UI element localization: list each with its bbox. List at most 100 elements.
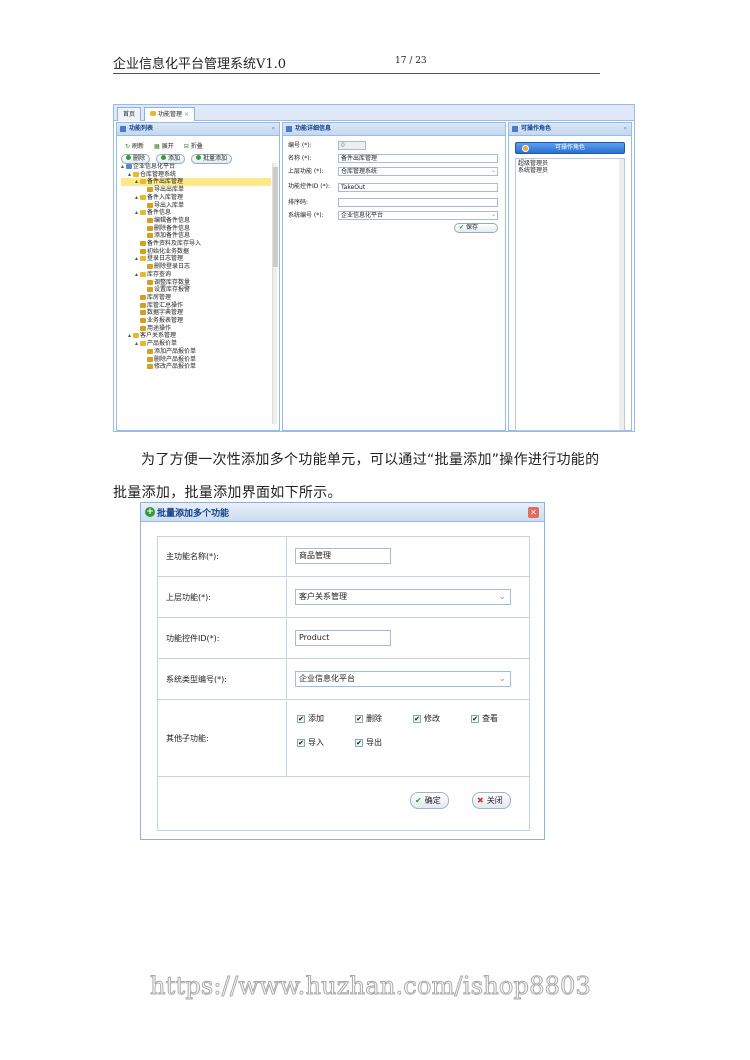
folder-icon <box>133 333 139 339</box>
system-type-select[interactable]: 企业信息化平台 ⌄ <box>295 671 511 687</box>
tree-node[interactable]: 删除备件信息 <box>121 225 271 233</box>
watermark-url: https://www.huzhan.com/ishop8803 <box>150 972 592 1001</box>
tree-node[interactable]: 初始化业务数据 <box>121 248 271 256</box>
tree-node[interactable]: 导出出库单 <box>121 186 271 194</box>
tree-node-label: 仓库管理系统 <box>140 170 177 178</box>
operable-roles-button[interactable]: 可操作角色 <box>515 142 625 154</box>
expand-label: 展开 <box>161 143 174 150</box>
refresh-button[interactable]: ↻ 刷新 <box>125 141 144 150</box>
checkbox-view[interactable]: ✔ 查看 <box>471 713 498 724</box>
close-icon[interactable]: ✕ <box>528 507 539 518</box>
tree-node[interactable]: ▴ 库存查询 <box>121 271 271 279</box>
system-type-cell: 企业信息化平台 ⌄ <box>287 660 529 699</box>
roles-icon <box>522 145 529 152</box>
id-field[interactable]: 0 <box>338 141 366 150</box>
tree-node-label: 库管汇总操作 <box>147 301 184 309</box>
save-button[interactable]: ✔ 保存 <box>454 223 498 233</box>
system-type-value: 企业信息化平台 <box>299 674 355 683</box>
name-field[interactable]: 备件出库管理 <box>338 154 498 163</box>
tree-node-label: 编辑备件信息 <box>154 216 191 224</box>
tree-node-label: 调整库存数量 <box>154 278 191 286</box>
folder-icon <box>140 341 146 347</box>
control-id-field[interactable]: TakeOut <box>338 182 498 192</box>
function-management-screenshot: 首页 功能管理 × 功能列表 « ↻ 刷新 ▦ 展开 ⊟ 折叠 删除 添加 批量添加 ▴… <box>113 104 635 432</box>
checkbox-add[interactable]: ✔ 添加 <box>297 713 324 724</box>
roles-header: 可操作角色 » <box>509 123 631 136</box>
checkbox-checked-icon: ✔ <box>297 738 305 747</box>
checkbox-checked-icon: ✔ <box>413 714 421 723</box>
tree-node[interactable]: ▴ 企业信息化平台 <box>121 163 271 171</box>
key-icon <box>147 356 153 362</box>
tree-node[interactable]: 导出入库单 <box>121 202 271 210</box>
key-icon <box>147 364 153 370</box>
row-parent: 上层功能(*): 客户关系管理 ⌄ <box>158 578 529 618</box>
confirm-button[interactable]: ✔ 确定 <box>410 792 449 809</box>
chevron-down-icon: ⌄ <box>490 211 496 218</box>
collapse-button[interactable]: ⊟ 折叠 <box>184 141 203 150</box>
checkbox-delete[interactable]: ✔ 删除 <box>355 713 382 724</box>
add-icon <box>161 155 167 160</box>
tree-node[interactable]: 备件资料及库存导入 <box>121 240 271 248</box>
collapse-icon: ⊟ <box>183 143 189 150</box>
tree-node[interactable]: 添加产品报价单 <box>121 348 271 356</box>
parent-select[interactable]: 客户关系管理 ⌄ <box>295 589 511 605</box>
tree-node[interactable]: ▴ 客户关系管理 <box>121 332 271 340</box>
parent-cell: 客户关系管理 ⌄ <box>287 578 529 617</box>
checkbox-view-label: 查看 <box>482 714 498 723</box>
control-id-field[interactable]: Product <box>295 630 391 646</box>
collapse-left-icon[interactable]: « <box>271 123 275 135</box>
checkbox-checked-icon: ✔ <box>355 738 363 747</box>
sort-label: 排序码: <box>288 198 309 206</box>
tree-node[interactable]: 调整库存数量 <box>121 279 271 287</box>
tree-node-label: 备件信息 <box>147 209 172 217</box>
function-detail-panel: 功能详细信息 编号 (*): 0 名称 (*): 备件出库管理 上层功能 (*)… <box>282 122 506 431</box>
tree-node[interactable]: ▴ 备件入库管理 <box>121 194 271 202</box>
tree-node[interactable]: 删除登录日志 <box>121 263 271 271</box>
collapse-right-icon[interactable]: » <box>623 123 627 135</box>
tree-node[interactable]: ▴ 产品报价单 <box>121 340 271 348</box>
add-label: 添加 <box>168 155 181 162</box>
expand-button[interactable]: ▦ 展开 <box>154 141 174 150</box>
role-item[interactable]: 系统管理员 <box>518 167 622 174</box>
checkbox-checked-icon: ✔ <box>471 714 479 723</box>
tree-node[interactable]: 数据字典管理 <box>121 309 271 317</box>
main-name-field[interactable]: 商品管理 <box>295 548 391 564</box>
checkbox-export[interactable]: ✔ 导出 <box>355 737 382 748</box>
key-icon <box>147 287 153 293</box>
tree-node[interactable]: 编辑备件信息 <box>121 217 271 225</box>
body-paragraph: 为了方便一次性添加多个功能单元，可以通过“批量添加”操作进行功能的 批量添加，批… <box>113 444 637 510</box>
tab-home[interactable]: 首页 <box>117 107 142 121</box>
tree-node-label: 库存查询 <box>147 270 172 278</box>
parent-select[interactable]: 仓库管理系统 ⌄ <box>338 167 498 176</box>
confirm-label: 确定 <box>424 796 441 805</box>
tree-node[interactable]: ▴ 备件信息 <box>121 209 271 217</box>
checkbox-import[interactable]: ✔ 导入 <box>297 737 324 748</box>
sub-functions-cell: ✔ 添加 ✔ 删除 ✔ 修改 ✔ 查看 ✔ 导入 ✔ 导出 <box>287 701 529 776</box>
tab-close-icon[interactable]: × <box>184 111 189 118</box>
tree-scroll-thumb[interactable] <box>273 167 278 267</box>
folder-icon <box>140 179 146 185</box>
tree-node[interactable]: ▴ 仓库管理系统 <box>121 171 271 179</box>
tree-node[interactable]: ▴ 登录日志管理 <box>121 255 271 263</box>
tree-scrollbar[interactable] <box>272 163 278 424</box>
checkbox-modify-label: 修改 <box>424 714 440 723</box>
function-tree: ▴ 企业信息化平台 ▴ 仓库管理系统 ▴ 备件出库管理 导出出库单 ▴ 备件入库管理 导出入库单 ▴… <box>121 163 271 430</box>
checkbox-modify[interactable]: ✔ 修改 <box>413 713 440 724</box>
tree-node[interactable]: 库房管理 <box>121 294 271 302</box>
tab-function-management[interactable]: 功能管理 × <box>144 107 196 121</box>
check-icon: ✔ <box>415 796 422 805</box>
tree-node[interactable]: ▴ 备件出库管理 <box>121 178 271 187</box>
system-select[interactable]: 企业信息化平台 ⌄ <box>338 211 498 220</box>
folder-icon <box>140 194 146 200</box>
tree-node[interactable]: 修改产品报价单 <box>121 363 271 371</box>
tree-node[interactable]: 删除产品报价单 <box>121 356 271 364</box>
role-item[interactable]: 超级管理员 <box>518 160 622 167</box>
sort-field[interactable] <box>338 198 498 207</box>
tree-node[interactable]: 添加备件信息 <box>121 232 271 240</box>
tree-node[interactable]: 设置库存报警 <box>121 286 271 294</box>
role-list-scrollbar[interactable] <box>619 159 624 430</box>
close-button[interactable]: ✖ 关闭 <box>472 792 511 809</box>
tree-node[interactable]: 库管汇总操作 <box>121 302 271 310</box>
paragraph-line-1: 为了方便一次性添加多个功能单元，可以通过“批量添加”操作进行功能的 <box>113 444 637 477</box>
tree-node[interactable]: 业务报表管理 <box>121 317 271 325</box>
